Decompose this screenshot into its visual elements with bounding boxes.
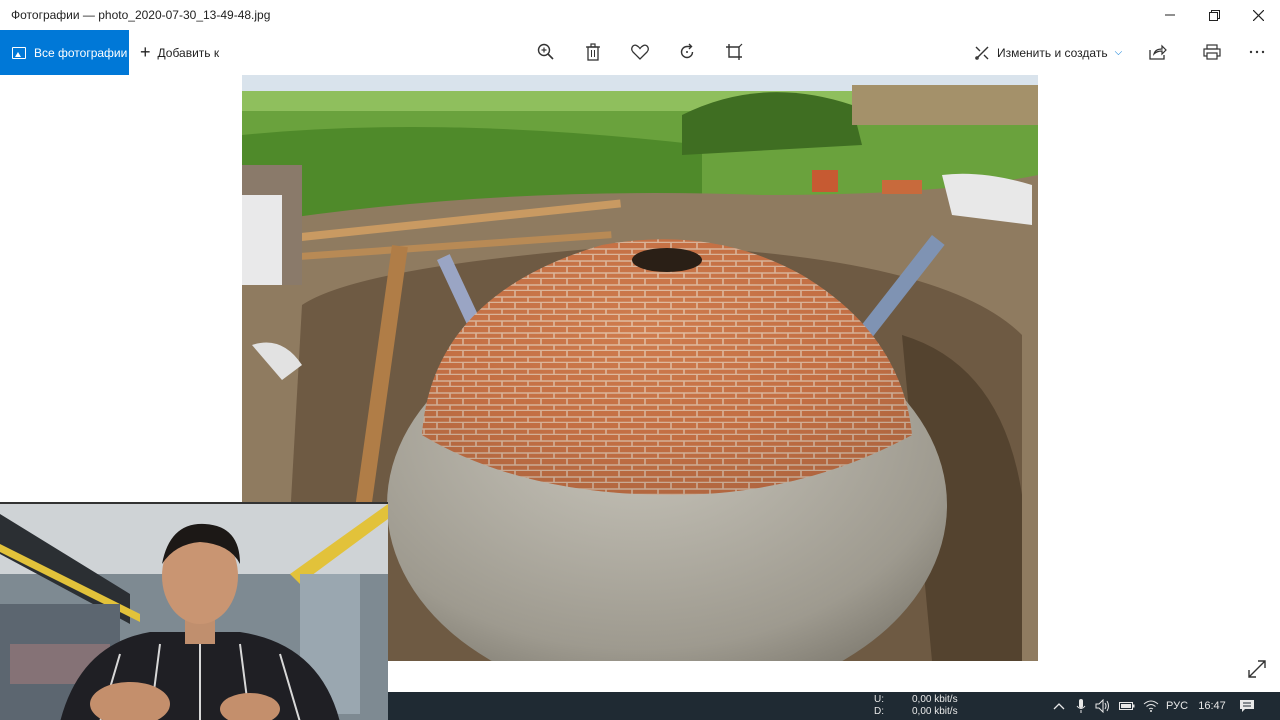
more-button[interactable]	[1245, 40, 1269, 64]
minimize-button[interactable]	[1148, 0, 1192, 30]
zoom-icon	[537, 43, 554, 60]
presenter-video	[0, 504, 388, 720]
wifi-icon	[1143, 700, 1159, 712]
show-hidden-icons-button[interactable]	[1052, 697, 1066, 715]
delete-button[interactable]	[581, 40, 605, 64]
wifi-tray-button[interactable]	[1142, 697, 1160, 715]
rotate-icon	[680, 43, 694, 59]
clock-time: 16:47	[1198, 700, 1226, 712]
download-label: D:	[874, 706, 884, 717]
microphone-tray-button[interactable]	[1074, 697, 1088, 715]
add-to-button[interactable]: + Добавить к	[140, 30, 219, 75]
download-value: 0,00 kbit/s	[912, 706, 958, 717]
fullscreen-button[interactable]	[1246, 658, 1270, 682]
close-button[interactable]	[1236, 0, 1280, 30]
plus-icon: +	[140, 42, 151, 62]
photo-icon	[12, 46, 26, 59]
speaker-icon	[1095, 699, 1109, 713]
edit-create-icon	[975, 46, 989, 60]
rotate-button[interactable]	[675, 40, 699, 64]
restore-icon	[1208, 9, 1220, 21]
battery-tray-button[interactable]	[1118, 697, 1136, 715]
edit-create-label: Изменить и создать	[997, 45, 1108, 60]
crop-button[interactable]	[722, 40, 746, 64]
chevron-down-icon: ⌵	[1114, 47, 1123, 58]
favorite-button[interactable]	[628, 40, 652, 64]
network-speed-widget: U: 0,00 kbit/s D: 0,00 kbit/s	[874, 694, 958, 718]
share-button[interactable]	[1146, 40, 1170, 64]
volume-tray-button[interactable]	[1094, 697, 1112, 715]
language-indicator[interactable]: РУС	[1164, 697, 1190, 715]
trash-icon	[586, 43, 600, 61]
webcam-overlay	[0, 502, 388, 720]
clock[interactable]: 16:47	[1196, 697, 1228, 715]
taskbar: U: 0,00 kbit/s D: 0,00 kbit/s РУС 16:47	[388, 692, 1280, 720]
battery-icon	[1119, 702, 1135, 710]
minimize-icon	[1165, 14, 1175, 16]
action-center-button[interactable]	[1238, 697, 1256, 715]
share-icon	[1149, 44, 1167, 60]
expand-icon	[1248, 660, 1266, 678]
add-to-label: Добавить к	[157, 45, 220, 60]
more-icon	[1249, 50, 1265, 54]
upload-value: 0,00 kbit/s	[912, 694, 958, 705]
notification-icon	[1240, 700, 1254, 712]
print-button[interactable]	[1200, 40, 1224, 64]
chevron-up-icon	[1053, 703, 1065, 710]
heart-icon	[631, 44, 649, 60]
window-title: Фотографии — photo_2020-07-30_13-49-48.j…	[11, 8, 271, 22]
microphone-icon	[1076, 699, 1086, 713]
toolbar: Все фотографии + Добавить к Изменить и с…	[0, 30, 1280, 75]
restore-button[interactable]	[1192, 0, 1236, 30]
all-photos-button[interactable]: Все фотографии	[0, 30, 129, 75]
close-icon	[1252, 9, 1264, 21]
upload-label: U:	[874, 694, 884, 705]
zoom-button[interactable]	[534, 40, 558, 64]
title-bar: Фотографии — photo_2020-07-30_13-49-48.j…	[0, 0, 1280, 30]
crop-icon	[726, 43, 743, 60]
language-label: РУС	[1165, 700, 1189, 712]
edit-create-button[interactable]: Изменить и создать ⌵	[974, 30, 1122, 75]
print-icon	[1203, 44, 1221, 60]
all-photos-label: Все фотографии	[34, 45, 128, 60]
